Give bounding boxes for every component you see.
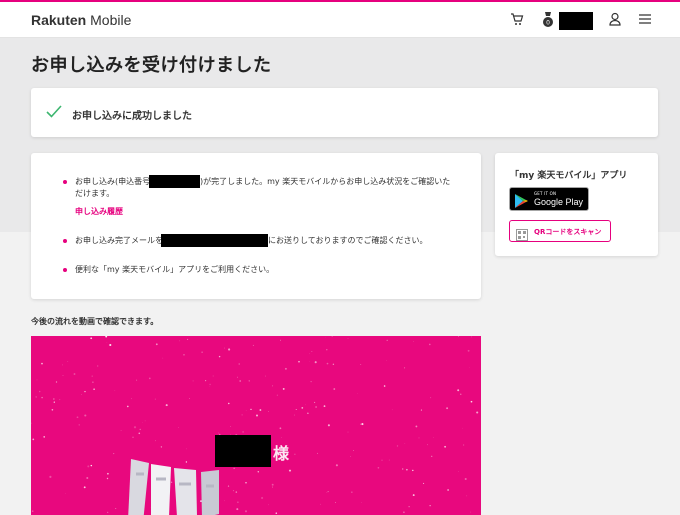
svg-text:0: 0	[546, 20, 550, 27]
redacted-email	[161, 234, 268, 247]
bullet-dot	[63, 180, 67, 184]
menu-icon[interactable]	[638, 12, 654, 28]
google-play-icon	[515, 193, 528, 212]
bullet-dot	[63, 268, 67, 272]
application-history-link[interactable]: 申し込み履歴	[75, 206, 123, 217]
google-play-small-text: GET IT ON	[534, 191, 557, 196]
redacted-username	[559, 12, 593, 30]
application-info-card: お申し込み(申込番号 )が完了しました。my 楽天モバイルからお申し込み状況をご…	[31, 153, 481, 299]
qr-scan-label: QRコードをスキャン	[534, 228, 602, 236]
qr-scan-button[interactable]: QRコードをスキャン	[509, 220, 611, 242]
cart-icon[interactable]	[510, 12, 526, 28]
qr-code-icon	[516, 226, 528, 245]
success-card: お申し込みに成功しました	[31, 88, 658, 137]
app-title: 「my 楽天モバイル」アプリ	[510, 171, 628, 181]
page-title: お申し込みを受け付けました	[31, 55, 272, 76]
bullet-dot	[63, 239, 67, 243]
info-item1-suffix: )が完了しました。my 楽天モバイルからお申し込み状況をご確認いた	[200, 177, 451, 186]
redacted-application-number	[149, 175, 200, 188]
logo-product: Mobile	[86, 12, 132, 28]
info-item2-suffix: にお送りしておりますのでご確認ください。	[268, 236, 428, 245]
app-promo-card: 「my 楽天モバイル」アプリ GET IT ON Google Play QRコ…	[495, 153, 658, 256]
check-icon	[46, 103, 62, 122]
google-play-button[interactable]: GET IT ON Google Play	[509, 187, 589, 211]
video-sparkle-texture	[31, 336, 479, 515]
logo-brand: Rakuten	[31, 12, 87, 28]
rakuten-mobile-logo[interactable]: Rakuten Mobile	[31, 12, 131, 28]
info-item2-prefix: お申し込み完了メールを	[75, 236, 163, 245]
points-badge-icon[interactable]: 0	[541, 12, 557, 28]
success-message: お申し込みに成功しました	[72, 111, 192, 122]
site-header: Rakuten Mobile 0	[0, 2, 680, 38]
video-section-heading: 今後の流れを動画で確認できます。	[31, 317, 159, 326]
honorific-suffix: 様	[273, 444, 290, 463]
google-play-label: Google Play	[534, 197, 584, 207]
intro-video[interactable]: 様	[31, 336, 481, 515]
info-item3: 便利な「my 楽天モバイル」アプリをご利用ください。	[75, 265, 275, 274]
info-item1-line2: だけます。	[75, 189, 115, 198]
video-3d-lettering-graphic	[128, 459, 219, 515]
user-icon[interactable]	[608, 12, 624, 28]
info-item1-prefix: お申し込み(申込番号	[75, 177, 151, 186]
